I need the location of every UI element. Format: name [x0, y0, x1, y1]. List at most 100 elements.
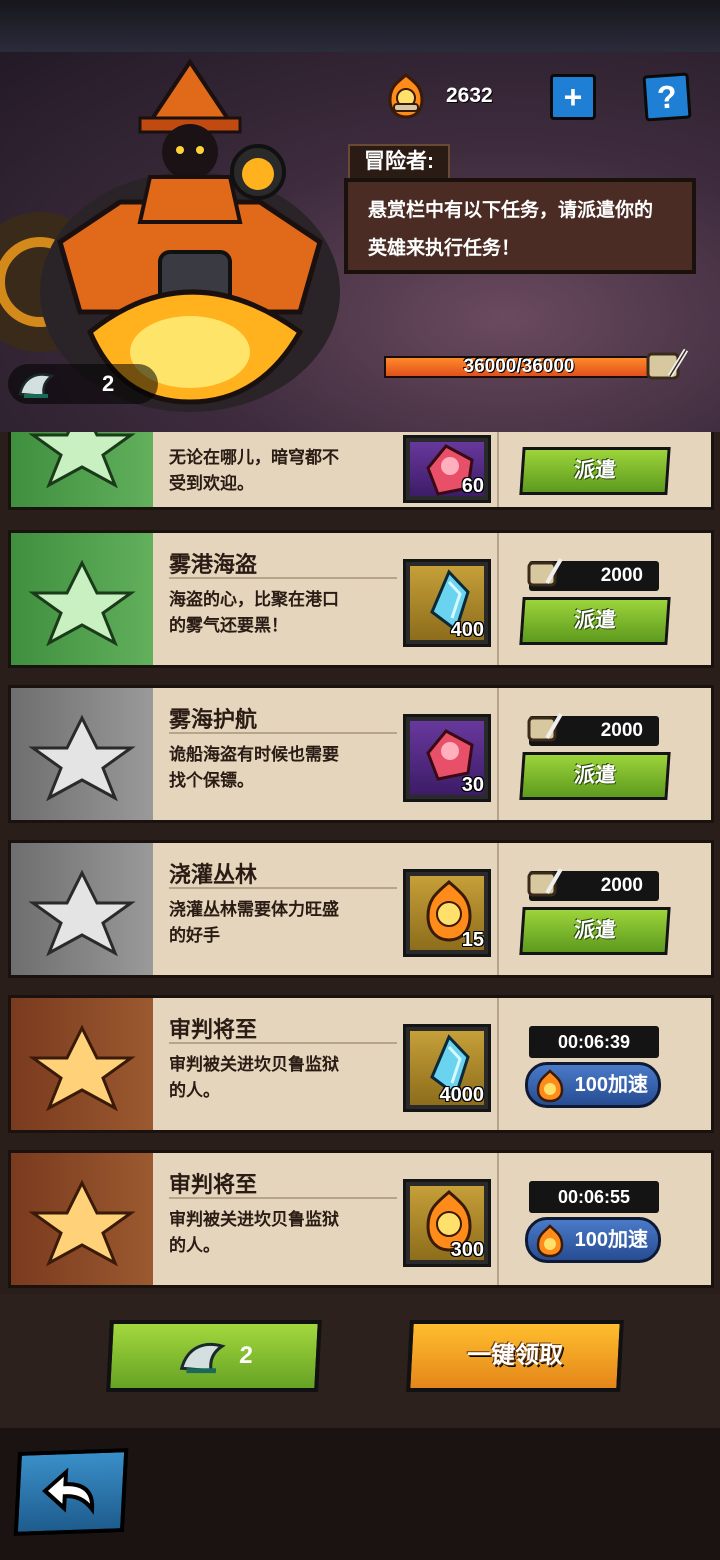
- quest-tier-emblem: [11, 533, 153, 665]
- scroll-quill-icon[interactable]: [644, 346, 690, 386]
- reward-quantity: 30: [461, 774, 484, 796]
- quest-desc-line1: 诡船海盗有时候也需要: [169, 745, 339, 764]
- quest-desc-line2: 的人。: [169, 1236, 220, 1255]
- reward-quantity: 300: [450, 1239, 484, 1261]
- quest-action: 2000 派遣: [497, 533, 711, 665]
- quest-info: 审判将至 审判被关进坎贝鲁监狱 的人。: [153, 998, 397, 1130]
- quest-tier-emblem: [11, 1153, 153, 1285]
- speedup-label: 100加速: [574, 1074, 648, 1096]
- thorn-emblem-icon: [28, 869, 136, 957]
- quest-desc-line1: 海盗的心，比聚在港口: [169, 590, 339, 609]
- quest-cost: 2000: [527, 712, 659, 746]
- thorn-emblem-icon: [28, 714, 136, 802]
- quest-title: 雾海护航: [169, 702, 397, 734]
- quest-reward[interactable]: 300: [397, 1153, 497, 1285]
- speedup-button[interactable]: 100加速: [525, 1217, 661, 1263]
- reward-quantity: 400: [450, 619, 484, 641]
- quest-tier-emblem: [11, 998, 153, 1130]
- quest-desc-line2: 的好手: [169, 926, 220, 945]
- help-button[interactable]: ?: [642, 72, 692, 122]
- claim-all-button[interactable]: 一键领取: [406, 1320, 624, 1392]
- quest-title: 雾港海盗: [169, 547, 397, 579]
- reward-box: 300: [403, 1179, 491, 1267]
- add-currency-button[interactable]: +: [550, 74, 596, 120]
- speedup-button[interactable]: 100加速: [525, 1062, 661, 1108]
- dispatch-button[interactable]: 派遣: [519, 597, 671, 645]
- quest-reward[interactable]: 4000: [397, 998, 497, 1130]
- thorn-emblem-icon: [28, 1179, 136, 1267]
- quest-reward[interactable]: 60: [397, 432, 497, 507]
- quest-title: 审判将至: [169, 1012, 397, 1044]
- hero-count-pill: 2: [8, 364, 158, 404]
- quest-action: 2000 派遣: [497, 688, 711, 820]
- hero-dispatch-button[interactable]: 2: [106, 1320, 322, 1392]
- quest-title: 浇灌丛林: [169, 857, 397, 889]
- quest-info: 浇灌丛林 浇灌丛林需要体力旺盛 的好手: [153, 843, 397, 975]
- dispatch-button[interactable]: 派遣: [519, 752, 671, 800]
- quest-cost: 2000: [527, 867, 659, 901]
- quest-desc-line2: 的雾气还要黑！: [169, 616, 288, 635]
- winged-boot-icon: [180, 1342, 227, 1374]
- reward-box: 15: [403, 869, 491, 957]
- hero-dispatch-value: 2: [238, 1342, 254, 1369]
- quest-cost-value: 2000: [600, 565, 643, 586]
- currency-value: 2632: [446, 84, 493, 107]
- quest-tier-emblem: [11, 843, 153, 975]
- quest-row: 雾港海盗 海盗的心，比聚在港口 的雾气还要黑！ 400 2000 派遣: [8, 530, 714, 668]
- quest-cost-value: 2000: [600, 875, 643, 896]
- quest-row: 无论在哪儿，暗穹都不 受到欢迎。 60 派遣: [8, 432, 714, 510]
- quest-reward[interactable]: 15: [397, 843, 497, 975]
- dispatch-button[interactable]: 派遣: [519, 907, 671, 955]
- speedup-label: 100加速: [574, 1229, 648, 1251]
- quest-info: 审判将至 审判被关进坎贝鲁监狱 的人。: [153, 1153, 397, 1285]
- quest-desc-line2: 找个保镖。: [169, 771, 254, 790]
- progress-text: 36000/36000: [463, 356, 575, 377]
- speaker-name: 冒险者:: [348, 144, 450, 180]
- scroll-quill-icon: [527, 867, 563, 897]
- quest-title: 审判将至: [169, 1167, 397, 1199]
- quest-tier-emblem: [11, 688, 153, 820]
- quest-tier-emblem: [11, 432, 153, 507]
- quest-info: 无论在哪儿，暗穹都不 受到欢迎。: [153, 432, 397, 507]
- quest-list[interactable]: 无论在哪儿，暗穹都不 受到欢迎。 60 派遣 雾港海盗 海盗的心，比聚在港口 的…: [0, 432, 720, 1294]
- back-arrow-icon: [42, 1467, 95, 1515]
- quest-row: 浇灌丛林 浇灌丛林需要体力旺盛 的好手 15 2000 派遣: [8, 840, 714, 978]
- quest-timer: 00:06:55: [529, 1181, 659, 1213]
- scroll-quill-icon: [527, 712, 563, 742]
- fire-badge-icon: [536, 1224, 564, 1258]
- quest-reward[interactable]: 400: [397, 533, 497, 665]
- winged-boot-icon: [18, 373, 55, 398]
- quest-row: 雾海护航 诡船海盗有时候也需要 找个保镖。 30 2000 派遣: [8, 685, 714, 823]
- quest-desc-line2: 受到欢迎。: [169, 474, 254, 493]
- quest-desc-line2: 的人。: [169, 1081, 220, 1100]
- dispatch-button[interactable]: 派遣: [519, 447, 671, 495]
- dialog-text-line2: 英雄来执行任务！: [368, 238, 521, 259]
- quest-desc-line1: 审判被关进坎贝鲁监狱: [169, 1055, 339, 1074]
- currency-display: 2632: [382, 72, 542, 120]
- reward-quantity: 60: [461, 475, 484, 497]
- fire-badge-icon: [388, 73, 424, 119]
- quest-row: 审判将至 审判被关进坎贝鲁监狱 的人。 4000 00:06:39 100加速: [8, 995, 714, 1133]
- quest-cost: 2000: [527, 557, 659, 591]
- dialog-box: 悬赏栏中有以下任务，请派遣你的 英雄来执行任务！: [344, 178, 696, 274]
- reward-box: 400: [403, 559, 491, 647]
- quest-action: 派遣: [497, 432, 711, 507]
- dialog-text-line1: 悬赏栏中有以下任务，请派遣你的: [368, 200, 654, 221]
- quest-timer: 00:06:39: [529, 1026, 659, 1058]
- reward-box: 30: [403, 714, 491, 802]
- quest-refresh-progress: 36000/36000: [384, 356, 654, 378]
- quest-action: 2000 派遣: [497, 843, 711, 975]
- quest-reward[interactable]: 30: [397, 688, 497, 820]
- reward-box: 60: [403, 435, 491, 503]
- quest-action: 00:06:39 100加速: [497, 998, 711, 1130]
- quest-action: 00:06:55 100加速: [497, 1153, 711, 1285]
- back-button[interactable]: [13, 1448, 129, 1536]
- thorn-emblem-icon: [28, 559, 136, 647]
- status-bar: [0, 0, 720, 52]
- reward-quantity: 15: [461, 929, 484, 951]
- hero-count-value: 2: [102, 371, 115, 396]
- quest-desc-line1: 审判被关进坎贝鲁监狱: [169, 1210, 339, 1229]
- quest-cost-value: 2000: [600, 720, 643, 741]
- quest-info: 雾港海盗 海盗的心，比聚在港口 的雾气还要黑！: [153, 533, 397, 665]
- scroll-quill-icon: [527, 557, 563, 587]
